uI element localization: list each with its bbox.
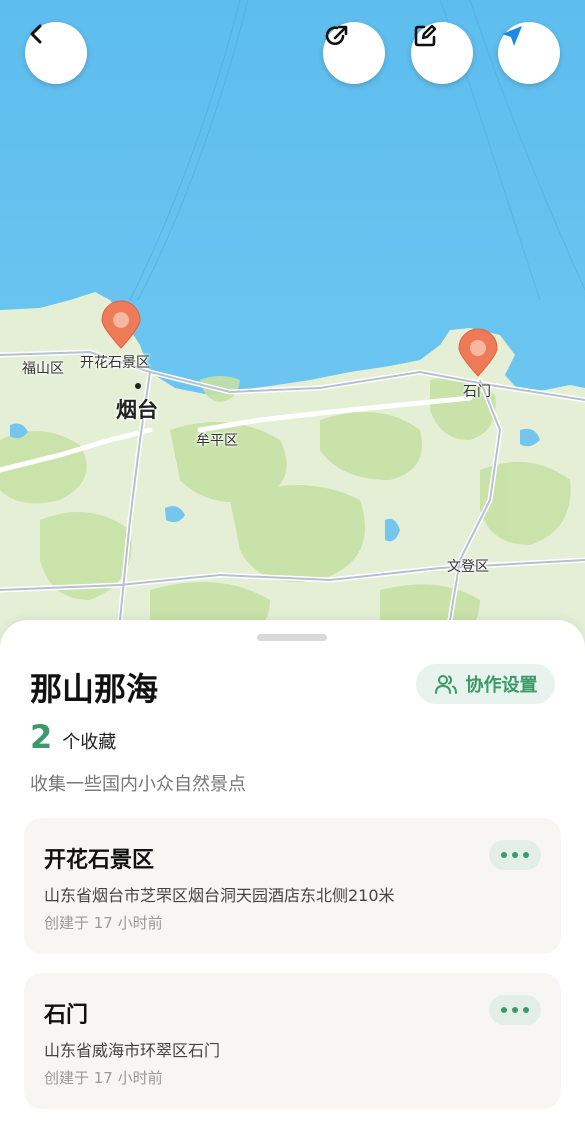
map-label-wendeng: 文登区 <box>447 559 489 575</box>
place-card[interactable]: 开花石景区 山东省烟台市芝罘区烟台洞天园酒店东北侧210米 创建于 17 小时前 <box>24 818 561 954</box>
place-address: 山东省威海市环翠区石门 <box>44 1041 221 1060</box>
more-dot <box>512 852 518 858</box>
more-dot <box>501 1007 507 1013</box>
map-pin-shimen[interactable] <box>457 328 499 378</box>
share-icon <box>325 25 348 46</box>
edit-button[interactable] <box>411 22 473 84</box>
location-arrow-icon <box>502 26 522 46</box>
back-button[interactable] <box>25 22 87 84</box>
place-name: 石门 <box>44 1003 89 1028</box>
collection-count: 2 个收藏 <box>30 718 116 756</box>
edit-icon <box>414 24 437 47</box>
map-label-fushan: 福山区 <box>22 361 64 377</box>
collection-description: 收集一些国内小众自然景点 <box>30 774 246 795</box>
place-created-time: 创建于 17 小时前 <box>44 914 163 932</box>
map-pin-kaihua[interactable] <box>100 300 142 350</box>
place-created-time: 创建于 17 小时前 <box>44 1069 163 1087</box>
collection-count-label: 个收藏 <box>62 732 117 753</box>
share-button[interactable] <box>323 22 385 84</box>
more-dot <box>512 1007 518 1013</box>
place-card[interactable]: 石门 山东省威海市环翠区石门 创建于 17 小时前 <box>24 973 561 1109</box>
map-label-kaihua: 开花石景区 <box>80 355 150 371</box>
more-dot <box>501 852 507 858</box>
locate-button[interactable] <box>498 22 560 84</box>
place-name: 开花石景区 <box>44 848 155 873</box>
collection-sheet: 那山那海 协作设置 2 个收藏 收集一些国内小众自然景点 开花石景区 山东省烟台… <box>0 620 585 1126</box>
back-icon <box>30 24 42 44</box>
collab-settings-button[interactable]: 协作设置 <box>416 664 555 704</box>
map-label-yantai: 烟台 <box>116 398 158 422</box>
place-more-button[interactable] <box>489 840 541 870</box>
collection-count-number: 2 <box>30 718 53 756</box>
place-more-button[interactable] <box>489 995 541 1025</box>
map-label-shimen: 石门 <box>463 384 491 400</box>
more-dot <box>523 1007 529 1013</box>
map-view[interactable]: 开花石景区 福山区 烟台 牟平区 石门 文登区 <box>0 0 585 660</box>
collab-settings-label: 协作设置 <box>465 675 538 696</box>
sheet-drag-handle[interactable] <box>257 634 327 641</box>
collection-title: 那山那海 <box>30 670 159 708</box>
map-label-muping: 牟平区 <box>196 433 238 449</box>
more-dot <box>523 852 529 858</box>
users-icon <box>434 675 457 694</box>
place-address: 山东省烟台市芝罘区烟台洞天园酒店东北侧210米 <box>44 886 395 905</box>
